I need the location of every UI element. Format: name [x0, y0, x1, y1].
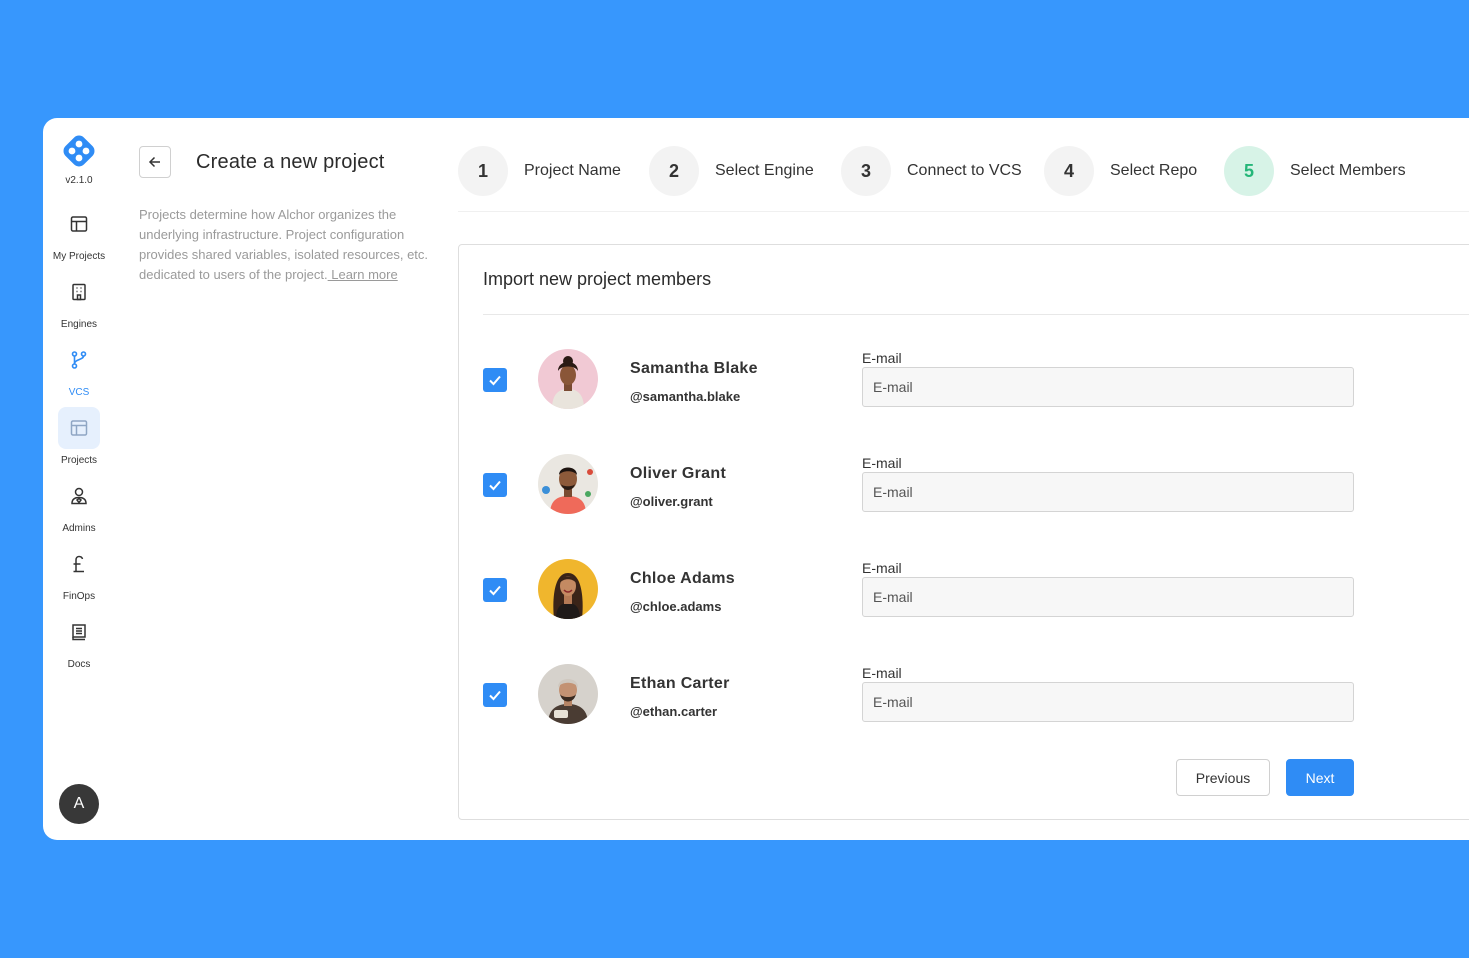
sidebar-item-my-projects[interactable]: My Projects	[43, 203, 115, 262]
step-project-name[interactable]: 1 Project Name	[458, 146, 621, 196]
step-number: 2	[649, 146, 699, 196]
step-label: Select Engine	[715, 162, 814, 179]
step-number: 3	[841, 146, 891, 196]
step-select-members[interactable]: 5 Select Members	[1224, 146, 1406, 196]
step-connect-vcs[interactable]: 3 Connect to VCS	[841, 146, 1022, 196]
building-icon	[58, 271, 100, 313]
member-handle: @ethan.carter	[630, 704, 718, 719]
member-name: Ethan Carter	[630, 675, 730, 692]
git-branch-icon	[58, 339, 100, 381]
sidebar-item-docs[interactable]: Docs	[43, 611, 115, 670]
user-shield-icon	[58, 475, 100, 517]
email-field[interactable]	[862, 367, 1354, 407]
sidebar-item-admins[interactable]: Admins	[43, 475, 115, 534]
check-icon	[489, 375, 501, 386]
logo-icon[interactable]	[61, 133, 97, 169]
step-label: Select Members	[1290, 162, 1406, 179]
member-checkbox[interactable]	[483, 683, 507, 707]
email-field[interactable]	[862, 577, 1354, 617]
check-icon	[489, 585, 501, 596]
email-field[interactable]	[862, 682, 1354, 722]
sidebar-item-label: VCS	[68, 387, 90, 398]
sidebar-item-label: FinOps	[62, 591, 96, 602]
layout-icon	[58, 407, 100, 449]
book-icon	[58, 611, 100, 653]
page-description: Projects determine how Alchor organizes …	[139, 205, 439, 285]
sidebar-item-label: Docs	[67, 659, 91, 670]
sidebar-item-vcs[interactable]: VCS	[43, 339, 115, 398]
sidebar-item-label: Admins	[62, 523, 96, 534]
previous-button[interactable]: Previous	[1176, 759, 1270, 796]
member-avatar	[538, 349, 598, 409]
stepper: 1 Project Name 2 Select Engine 3 Connect…	[458, 146, 1469, 196]
learn-more-link[interactable]: Learn more	[328, 267, 397, 282]
step-number: 5	[1224, 146, 1274, 196]
member-handle: @chloe.adams	[630, 599, 722, 614]
member-name: Chloe Adams	[630, 570, 735, 587]
divider	[483, 314, 1469, 315]
member-row: Ethan Carter @ethan.carter E-mail	[459, 664, 1469, 734]
step-number: 1	[458, 146, 508, 196]
app-window: v2.1.0 My Projects Engines VCS Projects	[43, 118, 1469, 840]
member-row: Chloe Adams @chloe.adams E-mail	[459, 559, 1469, 629]
sidebar-item-label: Projects	[60, 455, 98, 466]
member-row: Oliver Grant @oliver.grant E-mail	[459, 454, 1469, 524]
member-row: Samantha Blake @samantha.blake E-mail	[459, 349, 1469, 419]
step-label: Connect to VCS	[907, 162, 1022, 179]
step-select-engine[interactable]: 2 Select Engine	[649, 146, 814, 196]
email-label: E-mail	[862, 455, 902, 471]
check-icon	[489, 690, 501, 701]
member-avatar	[538, 454, 598, 514]
sidebar-item-label: Engines	[60, 319, 98, 330]
arrow-left-icon	[148, 156, 160, 168]
sidebar-item-projects[interactable]: Projects	[43, 407, 115, 466]
member-checkbox[interactable]	[483, 578, 507, 602]
member-name: Samantha Blake	[630, 360, 758, 377]
member-checkbox[interactable]	[483, 473, 507, 497]
step-label: Select Repo	[1110, 162, 1198, 179]
step-select-repo[interactable]: 4 Select Repo	[1044, 146, 1197, 196]
members-card: Import new project members Samantha Blak…	[458, 244, 1469, 820]
sidebar: v2.1.0 My Projects Engines VCS Projects	[43, 118, 115, 840]
sidebar-item-engines[interactable]: Engines	[43, 271, 115, 330]
member-avatar	[538, 664, 598, 724]
user-avatar[interactable]: A	[59, 784, 99, 824]
step-label: Project Name	[524, 162, 621, 179]
back-button[interactable]	[139, 146, 171, 178]
email-field[interactable]	[862, 472, 1354, 512]
step-number: 4	[1044, 146, 1094, 196]
card-title: Import new project members	[483, 269, 712, 289]
layout-icon	[58, 203, 100, 245]
member-checkbox[interactable]	[483, 368, 507, 392]
email-label: E-mail	[862, 665, 902, 681]
pound-icon	[58, 543, 100, 585]
sidebar-item-label: My Projects	[52, 251, 106, 262]
email-label: E-mail	[862, 560, 902, 576]
member-name: Oliver Grant	[630, 465, 727, 482]
member-handle: @samantha.blake	[630, 389, 741, 404]
next-button[interactable]: Next	[1286, 759, 1354, 796]
check-icon	[489, 480, 501, 491]
member-handle: @oliver.grant	[630, 494, 713, 509]
email-label: E-mail	[862, 350, 902, 366]
divider	[458, 211, 1469, 212]
member-avatar	[538, 559, 598, 619]
sidebar-item-finops[interactable]: FinOps	[43, 543, 115, 602]
page-title: Create a new project	[196, 151, 385, 173]
version-label: v2.1.0	[65, 175, 93, 186]
